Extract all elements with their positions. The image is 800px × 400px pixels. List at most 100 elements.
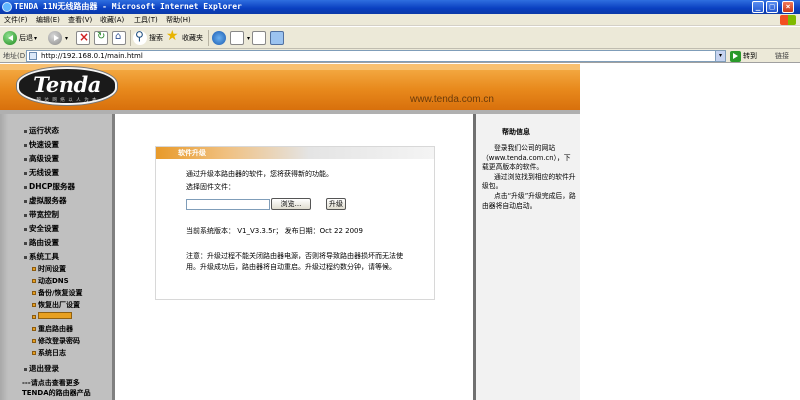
menu-tools[interactable]: 工具(T) — [134, 14, 158, 26]
menu-favorites[interactable]: 收藏(A) — [100, 14, 124, 26]
nav-footer-line1: ---请点击查看更多 — [22, 379, 80, 387]
nav-footer-link[interactable]: ---请点击查看更多 TENDA的路由器产品 — [22, 378, 91, 398]
nav-item-security[interactable]: 安全设置 — [24, 223, 59, 234]
edit-button[interactable] — [270, 30, 286, 46]
print-button[interactable] — [252, 30, 268, 46]
mail-button[interactable]: ▾ — [230, 30, 250, 46]
nav-label: 重启路由器 — [38, 325, 73, 333]
address-dropdown-icon[interactable]: ▾ — [715, 51, 725, 61]
address-label: 地址(D) — [3, 52, 28, 60]
nav-item-system-log[interactable]: 系统日志 — [32, 348, 66, 358]
forward-button[interactable]: ▾ — [48, 30, 68, 46]
version-info-text: 当前系统版本： V1_V3.3.5r； 发布日期：Oct 22 2009 — [186, 227, 363, 235]
links-button[interactable]: 链接 — [775, 49, 789, 63]
nav-bullet-icon — [32, 279, 36, 283]
stop-button[interactable] — [76, 30, 92, 46]
home-button[interactable] — [112, 30, 128, 46]
nav-item-advanced[interactable]: 高级设置 — [24, 153, 59, 164]
nav-item-dhcp[interactable]: DHCP服务器 — [24, 181, 75, 192]
address-url[interactable]: http://192.168.0.1/main.html — [41, 52, 143, 60]
nav-label: 快速设置 — [29, 140, 59, 149]
help-paragraph-2: 通过浏览找到相应的软件升级包。 — [482, 172, 576, 191]
panel-title: 软件升级 — [156, 147, 434, 159]
windows-logo-icon — [780, 15, 796, 25]
ie-app-icon — [2, 2, 12, 12]
nav-item-backup[interactable]: 备份/恢复设置 — [32, 288, 83, 298]
upgrade-intro-text: 通过升级本路由器的软件，您将获得新的功能。 — [186, 170, 333, 178]
search-button[interactable]: 搜索 — [133, 29, 163, 46]
nav-item-ddns[interactable]: 动态DNS — [32, 276, 69, 286]
nav-label: 带宽控制 — [29, 210, 59, 219]
nav-item-quick-setup[interactable]: 快速设置 — [24, 139, 59, 150]
note-text-line2: 用。升级成功后，路由器将自动重启。升级过程约数分钟，请等候。 — [186, 263, 396, 271]
menu-file[interactable]: 文件(F) — [4, 14, 28, 26]
nav-item-logout[interactable]: 退出登录 — [24, 363, 59, 374]
nav-label: 恢复出厂设置 — [38, 301, 80, 309]
window-title: TENDA 11N无线路由器 - Microsoft Internet Expl… — [14, 2, 242, 11]
nav-label: 系统日志 — [38, 349, 66, 357]
address-input[interactable]: http://192.168.0.1/main.html ▾ — [26, 50, 726, 62]
nav-bullet-icon — [24, 199, 27, 203]
close-button[interactable]: × — [782, 1, 794, 13]
help-panel: 帮助信息 登录我们公司的网站（www.tenda.com.cn），下载更高版本的… — [476, 114, 580, 400]
nav-label: 时间设置 — [38, 265, 66, 273]
note-text-line1: 注意：升级过程不能关闭路由器电源，否则将导致路由器损坏而无法使 — [186, 252, 403, 260]
nav-label: 虚拟服务器 — [29, 196, 67, 205]
nav-item-time[interactable]: 时间设置 — [32, 264, 66, 274]
nav-item-virtual-server[interactable]: 虚拟服务器 — [24, 195, 67, 206]
nav-label: 高级设置 — [29, 154, 59, 163]
nav-item-system-tools[interactable]: 系统工具 — [24, 251, 59, 262]
help-paragraph-1: 登录我们公司的网站（www.tenda.com.cn），下载更高版本的软件。 — [482, 144, 571, 172]
nav-bullet-icon — [32, 291, 36, 295]
go-label: 转到 — [743, 52, 757, 60]
back-button[interactable]: 后退 ▾ — [3, 30, 37, 46]
nav-item-change-password[interactable]: 修改登录密码 — [32, 336, 80, 346]
menu-view[interactable]: 查看(V) — [68, 14, 92, 26]
nav-item-bandwidth[interactable]: 带宽控制 — [24, 209, 59, 220]
back-label: 后退 — [19, 34, 33, 42]
nav-label: DHCP服务器 — [29, 182, 76, 191]
help-paragraph-3: 点击“升级”升级完成后，路由器将自动启动。 — [482, 191, 576, 210]
nav-bullet-icon — [24, 227, 27, 231]
nav-item-wireless[interactable]: 无线设置 — [24, 167, 59, 178]
browse-button[interactable]: 浏览... — [271, 198, 311, 210]
menu-bar: 文件(F) 编辑(E) 查看(V) 收藏(A) 工具(T) 帮助(H) — [0, 14, 800, 26]
nav-bullet-icon — [24, 185, 27, 189]
select-file-label: 选择固件文件： — [186, 183, 235, 191]
nav-footer-line2: TENDA的路由器产品 — [22, 389, 91, 397]
minimize-button[interactable]: _ — [752, 1, 764, 13]
go-button[interactable]: 转到 — [730, 50, 757, 62]
nav-item-factory-reset[interactable]: 恢复出厂设置 — [32, 300, 80, 310]
menu-help[interactable]: 帮助(H) — [166, 14, 191, 26]
media-button[interactable] — [212, 30, 228, 46]
home-icon — [112, 31, 126, 45]
upgrade-button[interactable]: 升级 — [326, 198, 346, 210]
favorites-star-icon — [166, 28, 180, 45]
mail-dropdown-icon[interactable]: ▾ — [247, 35, 250, 42]
nav-label: 修改登录密码 — [38, 337, 80, 345]
nav-item-upgrade-active[interactable] — [32, 312, 72, 321]
toolbar: 后退 ▾ ▾ 搜索 收藏夹 ▾ — [0, 27, 800, 49]
go-arrow-icon — [730, 50, 741, 62]
back-dropdown-icon[interactable]: ▾ — [34, 35, 37, 42]
page-viewport: Tenda 腾 达 网 络 以 人 为 本 www.tenda.com.cn 运… — [0, 64, 800, 400]
refresh-button[interactable] — [94, 30, 110, 46]
favorites-button[interactable]: 收藏夹 — [166, 28, 203, 46]
toolbar-separator — [208, 30, 209, 46]
refresh-icon — [94, 31, 108, 45]
mail-icon — [230, 31, 244, 45]
nav-bullet-icon — [24, 171, 27, 175]
nav-item-routing[interactable]: 路由设置 — [24, 237, 59, 248]
firmware-file-input[interactable] — [186, 199, 270, 210]
toolbar-separator — [130, 30, 131, 46]
website-text: www.tenda.com.cn — [410, 94, 494, 105]
window-title-bar[interactable]: TENDA 11N无线路由器 - Microsoft Internet Expl… — [0, 0, 800, 14]
nav-item-reboot[interactable]: 重启路由器 — [32, 324, 73, 334]
search-label: 搜索 — [149, 34, 163, 42]
maximize-button[interactable]: □ — [766, 1, 778, 13]
nav-bullet-icon — [24, 213, 27, 217]
forward-dropdown-icon[interactable]: ▾ — [65, 35, 68, 42]
nav-item-status[interactable]: 运行状态 — [24, 125, 59, 136]
menu-edit[interactable]: 编辑(E) — [36, 14, 60, 26]
nav-bullet-icon — [24, 241, 27, 245]
